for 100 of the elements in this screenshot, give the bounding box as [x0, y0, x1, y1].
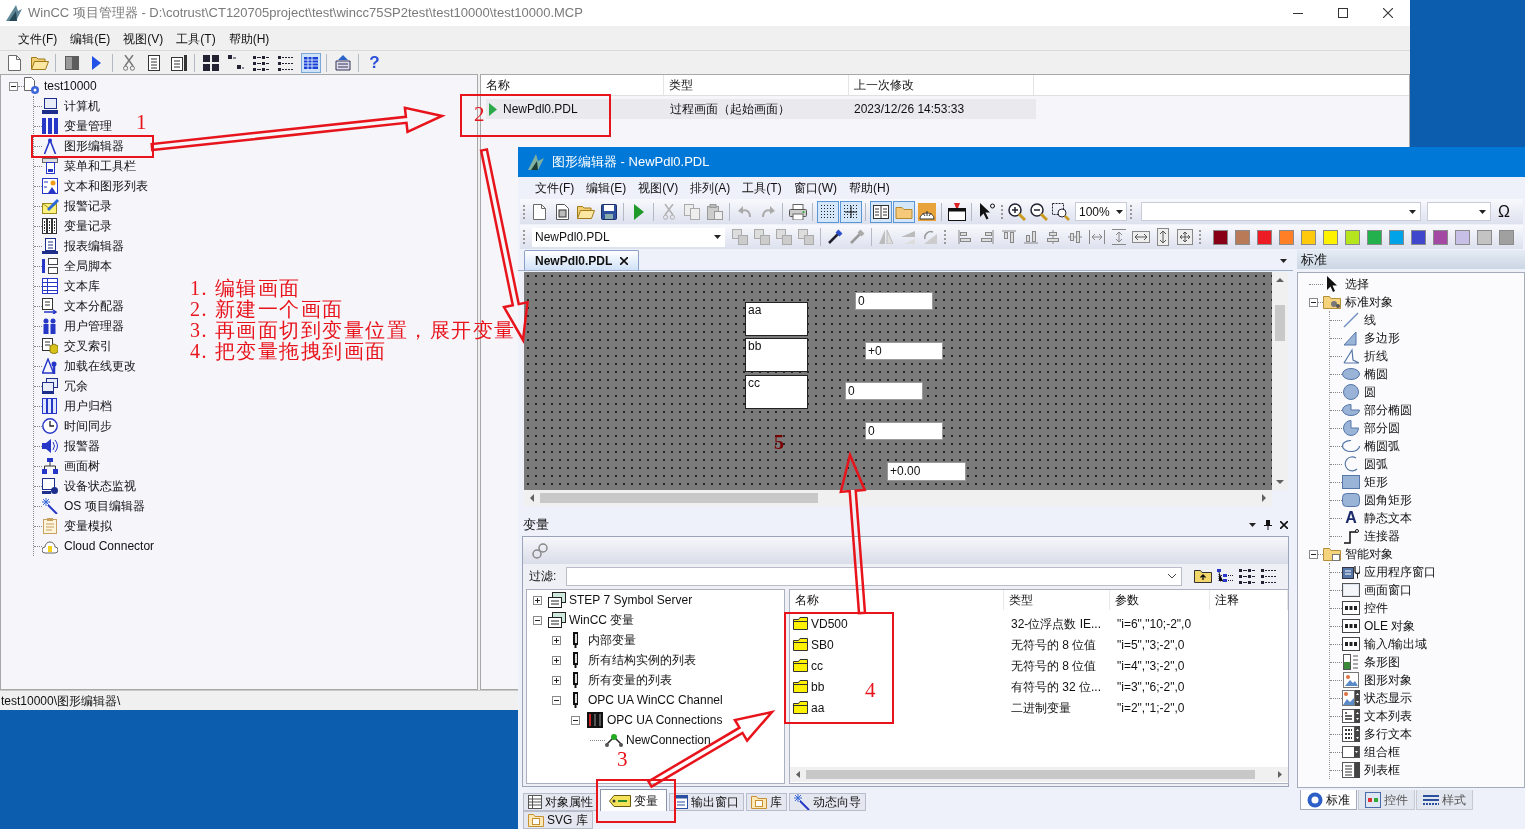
align-middle-icon[interactable] — [1068, 230, 1082, 244]
tree-item[interactable]: test10000 — [44, 77, 97, 95]
collapse-toggle-icon[interactable] — [552, 695, 561, 705]
paste-icon[interactable] — [706, 203, 723, 220]
palette-tab[interactable]: 控件 — [1358, 790, 1415, 810]
zoom-in-icon[interactable] — [1008, 202, 1026, 221]
grid-icon[interactable] — [816, 200, 839, 223]
column-header[interactable]: 参数 — [1110, 590, 1210, 610]
upload-icon[interactable] — [333, 54, 352, 71]
dock-tab[interactable]: 对象属性 — [523, 793, 598, 811]
tree-item[interactable]: 状态显示 — [1364, 689, 1412, 707]
column-header[interactable]: 名称 — [790, 590, 1004, 610]
tree-item[interactable]: Cloud Connector — [64, 537, 155, 555]
tree-item[interactable]: 报表编辑器 — [64, 237, 124, 255]
expand-toggle-icon[interactable] — [552, 635, 561, 645]
tree-item[interactable]: 全局脚本 — [64, 257, 112, 275]
details-view-icon[interactable] — [277, 54, 294, 71]
menu-item[interactable]: 视图(V) — [117, 29, 170, 49]
align-center-icon[interactable] — [1046, 230, 1060, 244]
tree-item[interactable]: 多行文本 — [1364, 725, 1412, 743]
color-swatch-icon[interactable] — [1366, 229, 1382, 245]
pin-icon[interactable] — [1264, 519, 1272, 530]
menu-item[interactable]: 工具(T) — [736, 178, 788, 198]
color-swatch-icon[interactable] — [1322, 229, 1338, 245]
color-swatch-icon[interactable] — [1212, 229, 1228, 245]
tree-item[interactable]: 输入/输出域 — [1364, 635, 1428, 653]
play-icon[interactable] — [633, 203, 644, 220]
collapse-toggle-icon[interactable] — [1309, 549, 1318, 559]
tree-item[interactable]: 部分圆 — [1364, 419, 1400, 437]
column-header[interactable]: 注释 — [1210, 590, 1288, 610]
align-left-icon[interactable] — [958, 230, 972, 244]
tree-item[interactable]: 折线 — [1364, 347, 1388, 365]
align-right-icon[interactable] — [980, 230, 994, 244]
tree-item[interactable]: 矩形 — [1364, 473, 1388, 491]
tree-item[interactable]: 文本和图形列表 — [64, 177, 148, 195]
collapse-toggle-icon[interactable] — [9, 81, 18, 91]
document-icon[interactable] — [556, 203, 569, 220]
document-lines-icon[interactable] — [170, 54, 187, 71]
tree-item[interactable]: 线 — [1364, 311, 1376, 329]
tree-item[interactable]: 圆 — [1364, 383, 1376, 401]
tree-item[interactable]: 条形图 — [1364, 653, 1400, 671]
palette-tab[interactable]: 标准 — [1300, 790, 1357, 810]
collapse-toggle-icon[interactable] — [533, 615, 542, 625]
color-swatch-icon[interactable] — [1388, 229, 1404, 245]
color-swatch-icon[interactable] — [1498, 229, 1514, 245]
tree-item[interactable]: OS 项目编辑器 — [64, 497, 145, 515]
tree-item[interactable]: 用户归档 — [64, 397, 112, 415]
tree-item[interactable]: 圆弧 — [1364, 455, 1388, 473]
stop-icon[interactable] — [64, 55, 79, 70]
tree-item[interactable]: 椭圆 — [1364, 365, 1388, 383]
zoom-area-icon[interactable] — [1052, 202, 1070, 221]
tree-item[interactable]: 文本列表 — [1364, 707, 1412, 725]
distribute-vertical-icon[interactable] — [1112, 229, 1126, 245]
tree-item[interactable]: WinCC 变量 — [569, 611, 635, 629]
table-view-icon[interactable] — [300, 52, 321, 73]
details-view-icon[interactable] — [1261, 568, 1278, 584]
tree-item[interactable]: 标准对象 — [1345, 293, 1393, 311]
dropdown-arrow-icon[interactable] — [1249, 522, 1256, 527]
dock-tab[interactable]: 输出窗口 — [669, 793, 744, 811]
tree-item[interactable]: 计算机 — [64, 97, 100, 115]
maximize-icon[interactable] — [1337, 8, 1348, 18]
tree-item[interactable]: 加载在线更改 — [64, 357, 136, 375]
tree-item[interactable]: OPC UA Connections — [607, 711, 723, 729]
tree-item[interactable]: 选择 — [1345, 275, 1369, 293]
menu-item[interactable]: 文件(F) — [529, 178, 581, 198]
tree-item[interactable]: 组合框 — [1364, 743, 1400, 761]
tree-item[interactable]: 文本库 — [64, 277, 100, 295]
tree-item[interactable]: 菜单和工具栏 — [64, 157, 136, 175]
tree-item[interactable]: 画面窗口 — [1364, 581, 1412, 599]
tree-view-icon[interactable] — [1217, 569, 1234, 583]
menu-item[interactable]: 编辑(E) — [64, 29, 117, 49]
tree-item[interactable]: 变量模拟 — [64, 517, 112, 535]
color-swatch-icon[interactable] — [1300, 229, 1316, 245]
eyedropper-icon[interactable] — [827, 229, 843, 245]
expand-toggle-icon[interactable] — [552, 655, 561, 665]
tree-item[interactable]: 多边形 — [1364, 329, 1400, 347]
minimize-icon[interactable] — [1292, 12, 1303, 14]
open-folder-icon[interactable] — [30, 55, 49, 70]
collapse-toggle-icon[interactable] — [571, 715, 580, 725]
expand-toggle-icon[interactable] — [533, 595, 542, 605]
tree-item[interactable]: 报警记录 — [64, 197, 112, 215]
tree-item[interactable]: 应用程序窗口 — [1364, 563, 1436, 581]
snap-grid-icon[interactable] — [839, 200, 862, 223]
horizontal-scrollbar[interactable] — [524, 490, 1272, 506]
tree-item[interactable]: 连接器 — [1364, 527, 1400, 545]
color-swatch-icon[interactable] — [1256, 229, 1272, 245]
color-swatch-icon[interactable] — [1234, 229, 1250, 245]
tree-item[interactable]: 时间同步 — [64, 417, 112, 435]
tree-item[interactable]: OPC UA WinCC Channel — [588, 691, 723, 709]
tree-item[interactable]: OLE 对象 — [1364, 617, 1416, 635]
open-folder-icon[interactable] — [576, 204, 595, 219]
document-lines-icon[interactable] — [145, 54, 162, 71]
same-width-icon[interactable] — [1132, 231, 1150, 243]
align-top-icon[interactable] — [1002, 230, 1016, 244]
large-icons-icon[interactable] — [202, 54, 219, 71]
tree-item[interactable]: 文本分配器 — [64, 297, 124, 315]
save-icon[interactable] — [600, 203, 617, 220]
color-swatch-icon[interactable] — [1454, 229, 1470, 245]
special-character-button[interactable]: Ω — [1491, 200, 1517, 223]
color-swatch-icon[interactable] — [1410, 229, 1426, 245]
